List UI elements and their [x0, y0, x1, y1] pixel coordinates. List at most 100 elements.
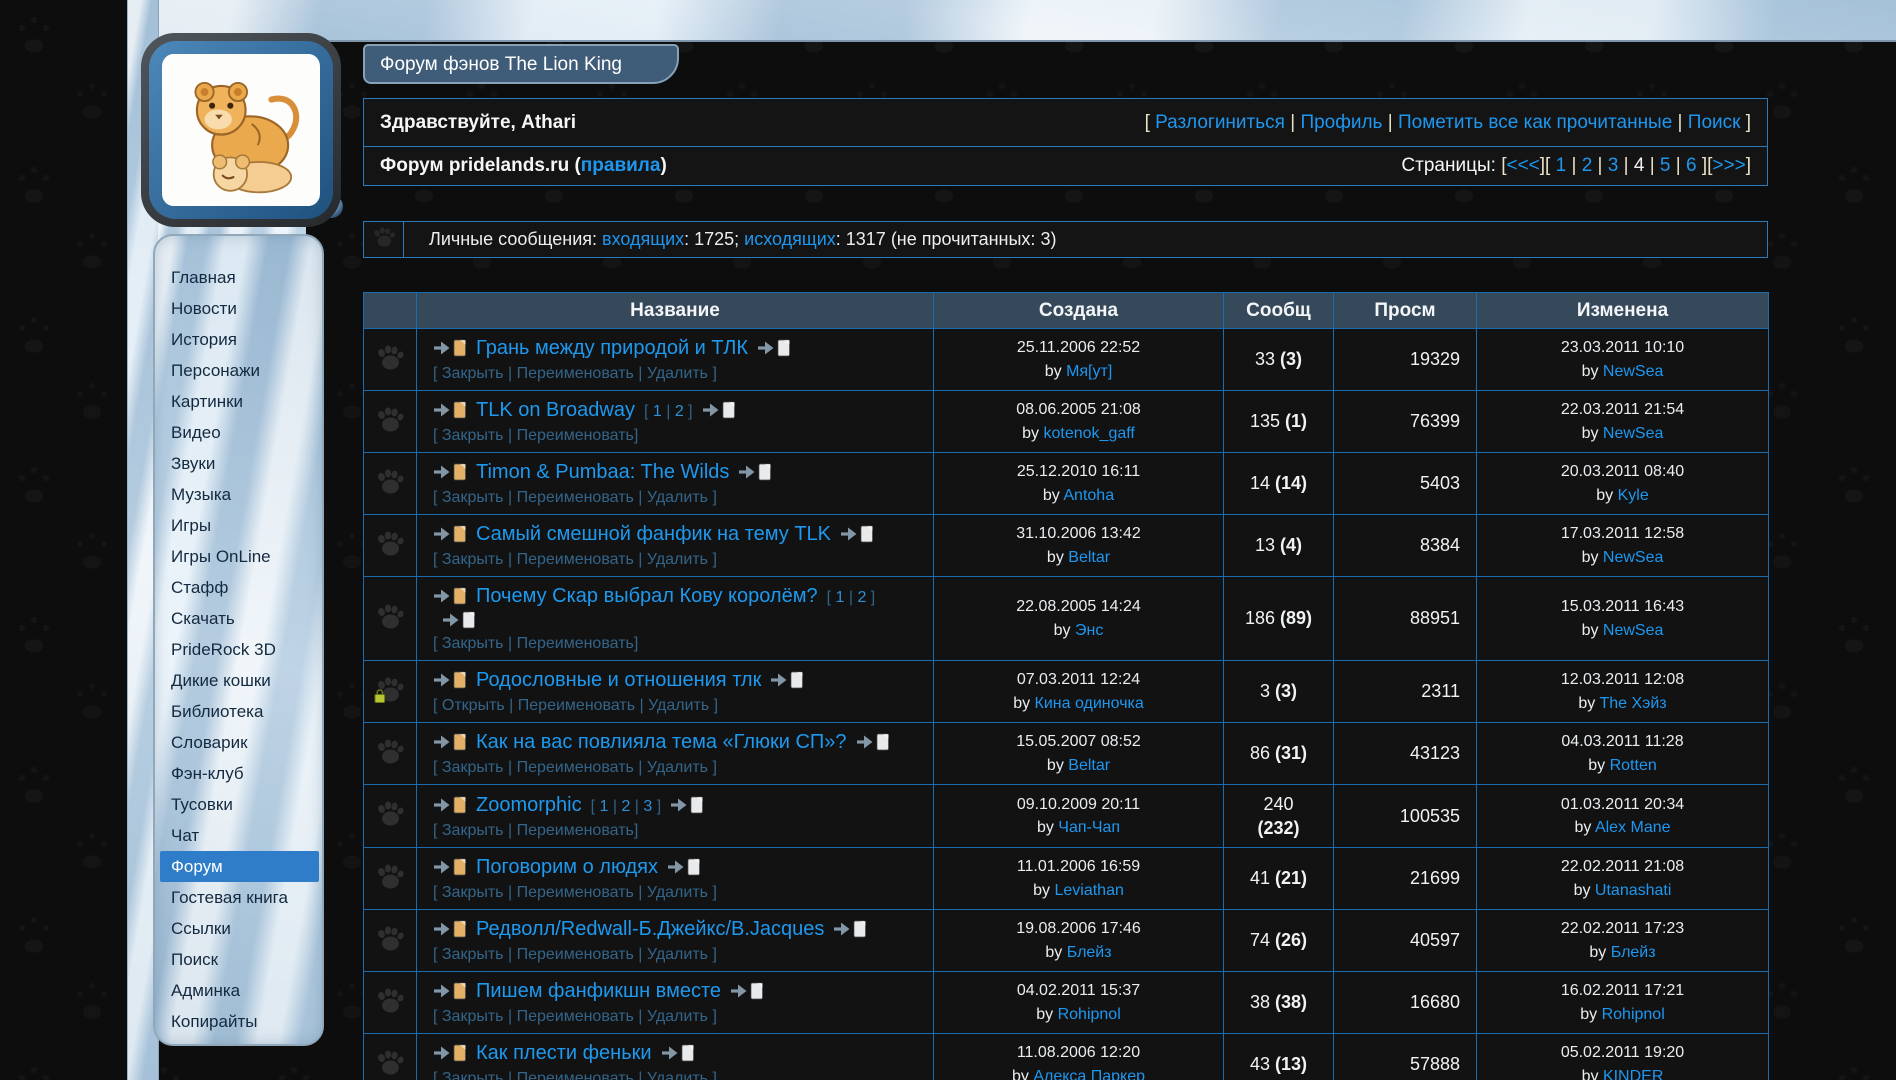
jump-link[interactable] [770, 668, 804, 693]
author-link[interactable]: Энс [1075, 622, 1103, 639]
sidebar-item-видео[interactable]: Видео [155, 417, 322, 448]
sidebar-item-главная[interactable]: Главная [155, 262, 322, 293]
author-link[interactable]: Rohipnol [1602, 1006, 1665, 1023]
topic-title-link[interactable]: Грань между природой и ТЛК [476, 337, 748, 359]
topic-title-link[interactable]: Поговорим о людях [476, 856, 658, 878]
session-link[interactable]: Профиль [1300, 112, 1382, 133]
author-link[interactable]: Utanashati [1595, 882, 1672, 899]
author-link[interactable]: Leviathan [1054, 882, 1123, 899]
author-link[interactable]: The Хэйз [1599, 695, 1666, 712]
author-link[interactable]: kotenok_gaff [1044, 425, 1135, 442]
topic-action-link[interactable]: Удалить [647, 1070, 708, 1080]
sidebar-item-форум[interactable]: Форум [160, 851, 319, 882]
jump-link[interactable] [433, 460, 467, 485]
sidebar-item-ссылки[interactable]: Ссылки [155, 913, 322, 944]
sidebar-item-игры[interactable]: Игры [155, 510, 322, 541]
topic-action-link[interactable]: Переименовать [517, 1070, 634, 1080]
jump-link[interactable] [667, 855, 701, 880]
topic-page-link[interactable]: 3 [643, 798, 652, 815]
sidebar-item-копирайты[interactable]: Копирайты [155, 1006, 322, 1037]
topic-action-link[interactable]: Переименовать [517, 1008, 634, 1025]
topic-action-link[interactable]: Переименовать [517, 551, 634, 568]
topic-action-link[interactable]: Удалить [647, 1008, 708, 1025]
topic-action-link[interactable]: Переименовать [517, 946, 634, 963]
author-link[interactable]: Мя[ут] [1066, 363, 1112, 380]
topic-action-link[interactable]: Закрыть [442, 946, 504, 963]
page-number-link[interactable]: 3 [1608, 155, 1619, 176]
author-link[interactable]: Кина одиночка [1035, 695, 1144, 712]
topic-action-link[interactable]: Закрыть [442, 884, 504, 901]
sidebar-item-персонажи[interactable]: Персонажи [155, 355, 322, 386]
topic-action-link[interactable]: Переименовать [517, 822, 634, 839]
page-number-link[interactable]: 2 [1582, 155, 1593, 176]
topic-action-link[interactable]: Удалить [648, 697, 709, 714]
topic-action-link[interactable]: Закрыть [442, 1070, 504, 1080]
jump-link[interactable] [433, 668, 467, 693]
jump-link[interactable] [433, 730, 467, 755]
session-link[interactable]: Пометить все как прочитанные [1398, 112, 1672, 133]
author-link[interactable]: KINDER [1603, 1068, 1663, 1080]
topic-action-link[interactable]: Переименовать [517, 427, 634, 444]
sidebar-item-картинки[interactable]: Картинки [155, 386, 322, 417]
topic-action-link[interactable]: Удалить [647, 884, 708, 901]
topic-action-link[interactable]: Переименовать [517, 365, 634, 382]
author-link[interactable]: Alex Mane [1595, 819, 1671, 836]
author-link[interactable]: Rohipnol [1058, 1006, 1121, 1023]
jump-link[interactable] [670, 793, 704, 818]
topic-title-link[interactable]: TLK on Broadway [476, 399, 635, 421]
inbox-link[interactable]: входящих [602, 229, 684, 250]
author-link[interactable]: Beltar [1068, 757, 1110, 774]
topic-title-link[interactable]: Как плести феньки [476, 1042, 652, 1064]
rules-link[interactable]: правила [581, 155, 661, 176]
jump-link[interactable] [738, 460, 772, 485]
topic-action-link[interactable]: Закрыть [442, 551, 504, 568]
topic-title-link[interactable]: Пишем фанфикшн вместе [476, 980, 721, 1002]
topic-title-link[interactable]: Самый смешной фанфик на тему TLK [476, 523, 831, 545]
topic-action-link[interactable]: Переименовать [517, 884, 634, 901]
jump-link[interactable] [433, 855, 467, 880]
sidebar-item-фэн-клуб[interactable]: Фэн-клуб [155, 758, 322, 789]
topic-title-link[interactable]: Zoomorphic [476, 794, 582, 816]
topic-action-link[interactable]: Удалить [647, 551, 708, 568]
page-number-link[interactable]: 1 [1556, 155, 1567, 176]
jump-link[interactable] [433, 1041, 467, 1066]
jump-link[interactable] [856, 730, 890, 755]
jump-link[interactable] [757, 336, 791, 361]
sidebar-item-словарик[interactable]: Словарик [155, 727, 322, 758]
author-link[interactable]: Алекса Паркер [1033, 1068, 1145, 1080]
pages-prev-link[interactable]: <<< [1506, 155, 1539, 176]
author-link[interactable]: Kyle [1618, 487, 1649, 504]
topic-action-link[interactable]: Переименовать [517, 759, 634, 776]
topic-action-link[interactable]: Закрыть [442, 822, 504, 839]
jump-link[interactable] [433, 336, 467, 361]
topic-action-link[interactable]: Удалить [647, 365, 708, 382]
sidebar-item-дикие-кошки[interactable]: Дикие кошки [155, 665, 322, 696]
author-link[interactable]: NewSea [1603, 363, 1663, 380]
jump-link[interactable] [433, 917, 467, 942]
sidebar-item-скачать[interactable]: Скачать [155, 603, 322, 634]
sidebar-item-priderock-3d[interactable]: PrideRock 3D [155, 634, 322, 665]
page-number-link[interactable]: 5 [1660, 155, 1671, 176]
topic-page-link[interactable]: 1 [653, 403, 662, 420]
author-link[interactable]: Чап-Чап [1058, 819, 1120, 836]
jump-link[interactable] [442, 611, 476, 631]
site-logo[interactable] [141, 33, 341, 227]
jump-link[interactable] [730, 979, 764, 1004]
author-link[interactable]: Rotten [1610, 757, 1657, 774]
sidebar-item-чат[interactable]: Чат [155, 820, 322, 851]
jump-link[interactable] [833, 917, 867, 942]
sidebar-item-звуки[interactable]: Звуки [155, 448, 322, 479]
author-link[interactable]: Beltar [1068, 549, 1110, 566]
sidebar-item-стафф[interactable]: Стафф [155, 572, 322, 603]
topic-action-link[interactable]: Удалить [647, 946, 708, 963]
topic-action-link[interactable]: Закрыть [442, 489, 504, 506]
topic-page-link[interactable]: 2 [857, 589, 866, 606]
topic-action-link[interactable]: Удалить [647, 759, 708, 776]
topic-action-link[interactable]: Переименовать [517, 635, 634, 652]
sidebar-item-библиотека[interactable]: Библиотека [155, 696, 322, 727]
topic-action-link[interactable]: Закрыть [442, 427, 504, 444]
sidebar-item-музыка[interactable]: Музыка [155, 479, 322, 510]
topic-action-link[interactable]: Закрыть [442, 1008, 504, 1025]
page-number-link[interactable]: 6 [1686, 155, 1697, 176]
topic-action-link[interactable]: Закрыть [442, 759, 504, 776]
